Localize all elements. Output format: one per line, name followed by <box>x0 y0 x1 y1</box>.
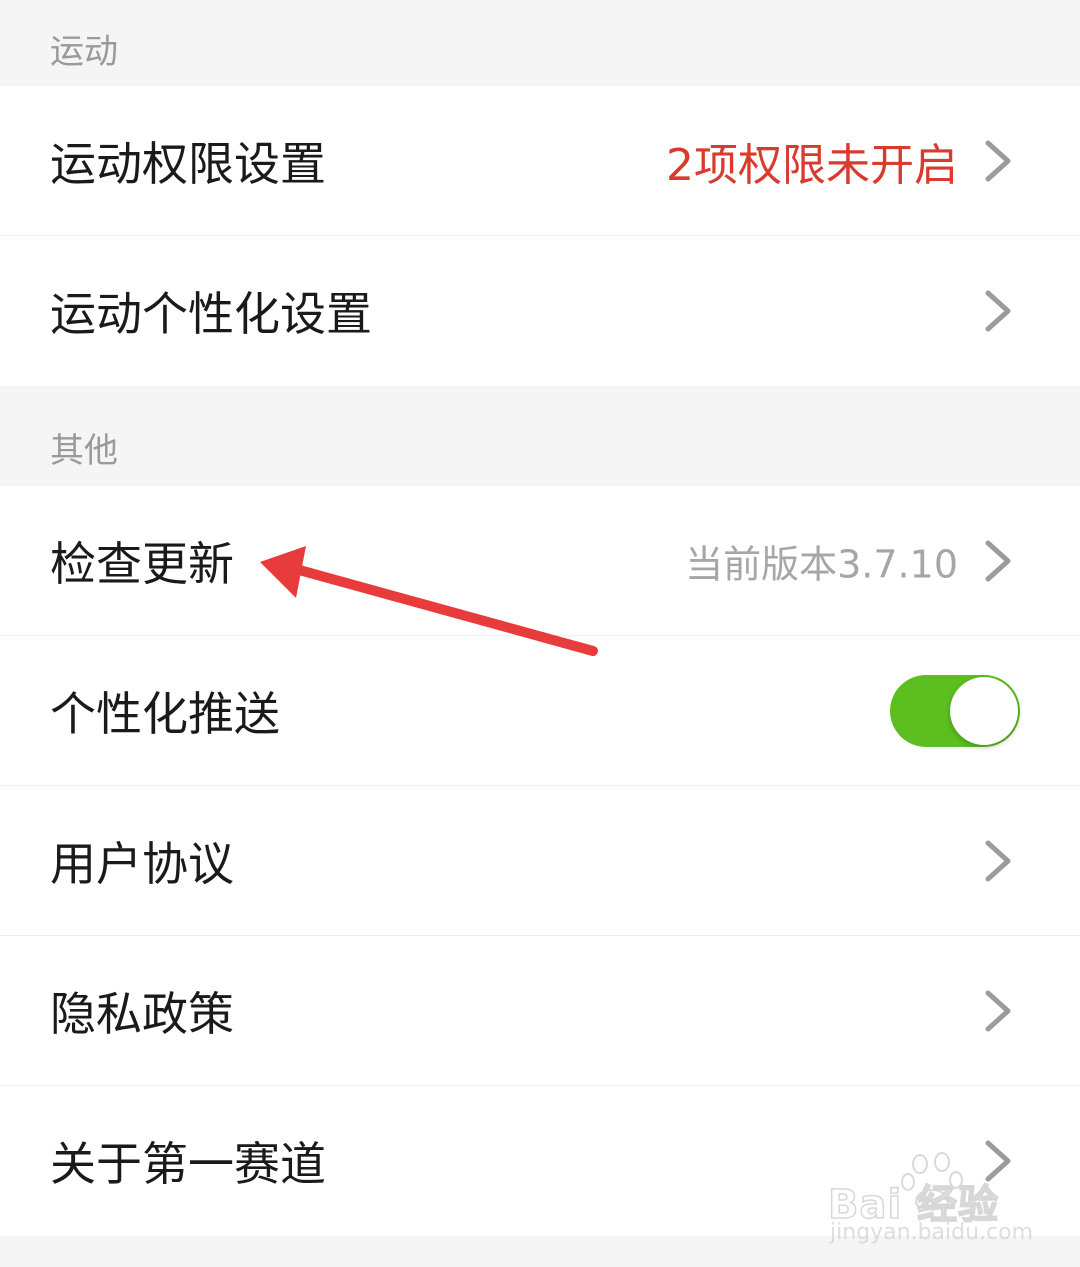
toggle-knob <box>950 676 1018 745</box>
settings-group-sport: 运动权限设置 2项权限未开启 运动个性化设置 <box>0 86 1080 386</box>
row-label: 关于第一赛道 <box>50 1137 326 1191</box>
personalized-push-toggle[interactable] <box>890 674 1020 747</box>
chevron-right-icon <box>985 540 1011 581</box>
row-label: 隐私政策 <box>50 986 234 1041</box>
chevron-right-icon <box>985 290 1011 332</box>
chevron-right-icon <box>985 990 1011 1031</box>
current-version-text: 当前版本3.7.10 <box>685 542 958 586</box>
settings-row-privacy-policy[interactable]: 隐私政策 <box>0 936 1080 1086</box>
settings-row-user-agreement[interactable]: 用户协议 <box>0 786 1080 936</box>
row-label: 检查更新 <box>50 536 234 591</box>
settings-row-personalized-push: 个性化推送 <box>0 636 1080 786</box>
settings-group-other: 检查更新 当前版本3.7.10 个性化推送 用户协议 隐私政策 关于第一赛道 <box>0 486 1080 1236</box>
settings-row-sport-personalization[interactable]: 运动个性化设置 <box>0 236 1080 386</box>
row-label: 个性化推送 <box>50 686 280 741</box>
section-header-other: 其他 <box>0 386 1080 486</box>
settings-row-sport-permissions[interactable]: 运动权限设置 2项权限未开启 <box>0 86 1080 236</box>
section-title-sport: 运动 <box>50 32 118 72</box>
settings-row-check-update[interactable]: 检查更新 当前版本3.7.10 <box>0 486 1080 636</box>
chevron-right-icon <box>985 140 1011 181</box>
section-title-other: 其他 <box>50 431 118 471</box>
permission-status-text: 2项权限未开启 <box>666 139 958 191</box>
row-label: 运动个性化设置 <box>50 287 372 341</box>
chevron-right-icon <box>985 840 1011 881</box>
row-label: 用户协议 <box>50 836 234 891</box>
section-header-sport: 运动 <box>0 0 1080 86</box>
watermark-url: jingyan.baidu.com <box>830 1220 1034 1245</box>
row-label: 运动权限设置 <box>50 136 326 191</box>
baidu-jingyan-watermark: Bai 经验 jingyan.baidu.com <box>827 1150 1033 1250</box>
